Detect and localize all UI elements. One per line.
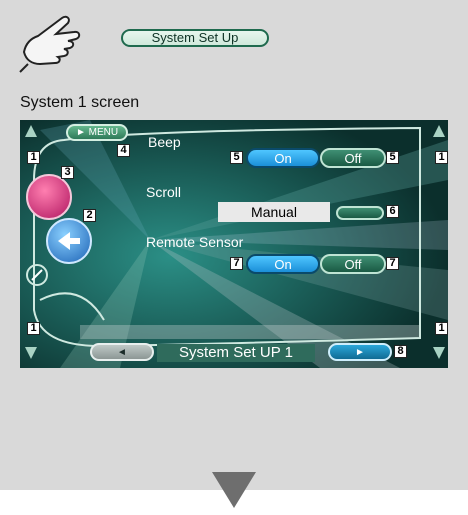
return-arrow-icon <box>58 232 80 250</box>
next-page-button[interactable]: ► <box>328 343 392 361</box>
scroll-down-right-icon[interactable] <box>432 346 446 360</box>
remote-sensor-label: Remote Sensor <box>146 234 244 250</box>
callout-6: 6 <box>386 205 399 218</box>
prev-page-button[interactable]: ◄ <box>90 343 154 361</box>
callout-1-bottom-left: 1 <box>27 322 40 335</box>
return-button[interactable] <box>46 218 92 264</box>
settings-wrench-button[interactable] <box>26 264 48 286</box>
wrench-icon <box>31 269 43 281</box>
remote-off-button[interactable]: Off <box>320 254 386 274</box>
beep-off-button[interactable]: Off <box>320 148 386 168</box>
scroll-down-left-icon[interactable] <box>24 346 38 360</box>
hand-touch-icon <box>19 15 81 73</box>
scroll-up-right-icon[interactable] <box>432 124 446 138</box>
callout-5-right: 5 <box>386 151 399 164</box>
screen-caption: System 1 screen <box>20 94 140 111</box>
system-set-up-button[interactable]: System Set Up <box>121 29 269 47</box>
beep-label: Beep <box>148 134 181 150</box>
down-arrow-icon <box>212 472 256 508</box>
callout-8: 8 <box>394 345 407 358</box>
callout-3: 3 <box>61 166 74 179</box>
scroll-value: Manual <box>218 202 330 222</box>
callout-1-bottom-right: 1 <box>435 322 448 335</box>
callout-1-top-left: 1 <box>27 151 40 164</box>
callout-2: 2 <box>83 209 96 222</box>
remote-on-button[interactable]: On <box>246 254 320 274</box>
callout-4: 4 <box>117 144 130 157</box>
menu-button[interactable]: ► MENU <box>66 124 128 141</box>
callout-7-right: 7 <box>386 257 399 270</box>
callout-5-left: 5 <box>230 151 243 164</box>
scroll-label: Scroll <box>146 184 182 200</box>
beep-on-button[interactable]: On <box>246 148 320 168</box>
callout-7-left: 7 <box>230 257 243 270</box>
audio-source-button[interactable] <box>26 174 72 220</box>
callout-1-top-right: 1 <box>435 151 448 164</box>
scroll-up-left-icon[interactable] <box>24 124 38 138</box>
instruction-panel: System Set Up System 1 screen ► MENU Bee… <box>0 0 468 490</box>
page-title: System Set UP 1 <box>157 344 315 362</box>
scroll-toggle-button[interactable] <box>336 206 384 220</box>
